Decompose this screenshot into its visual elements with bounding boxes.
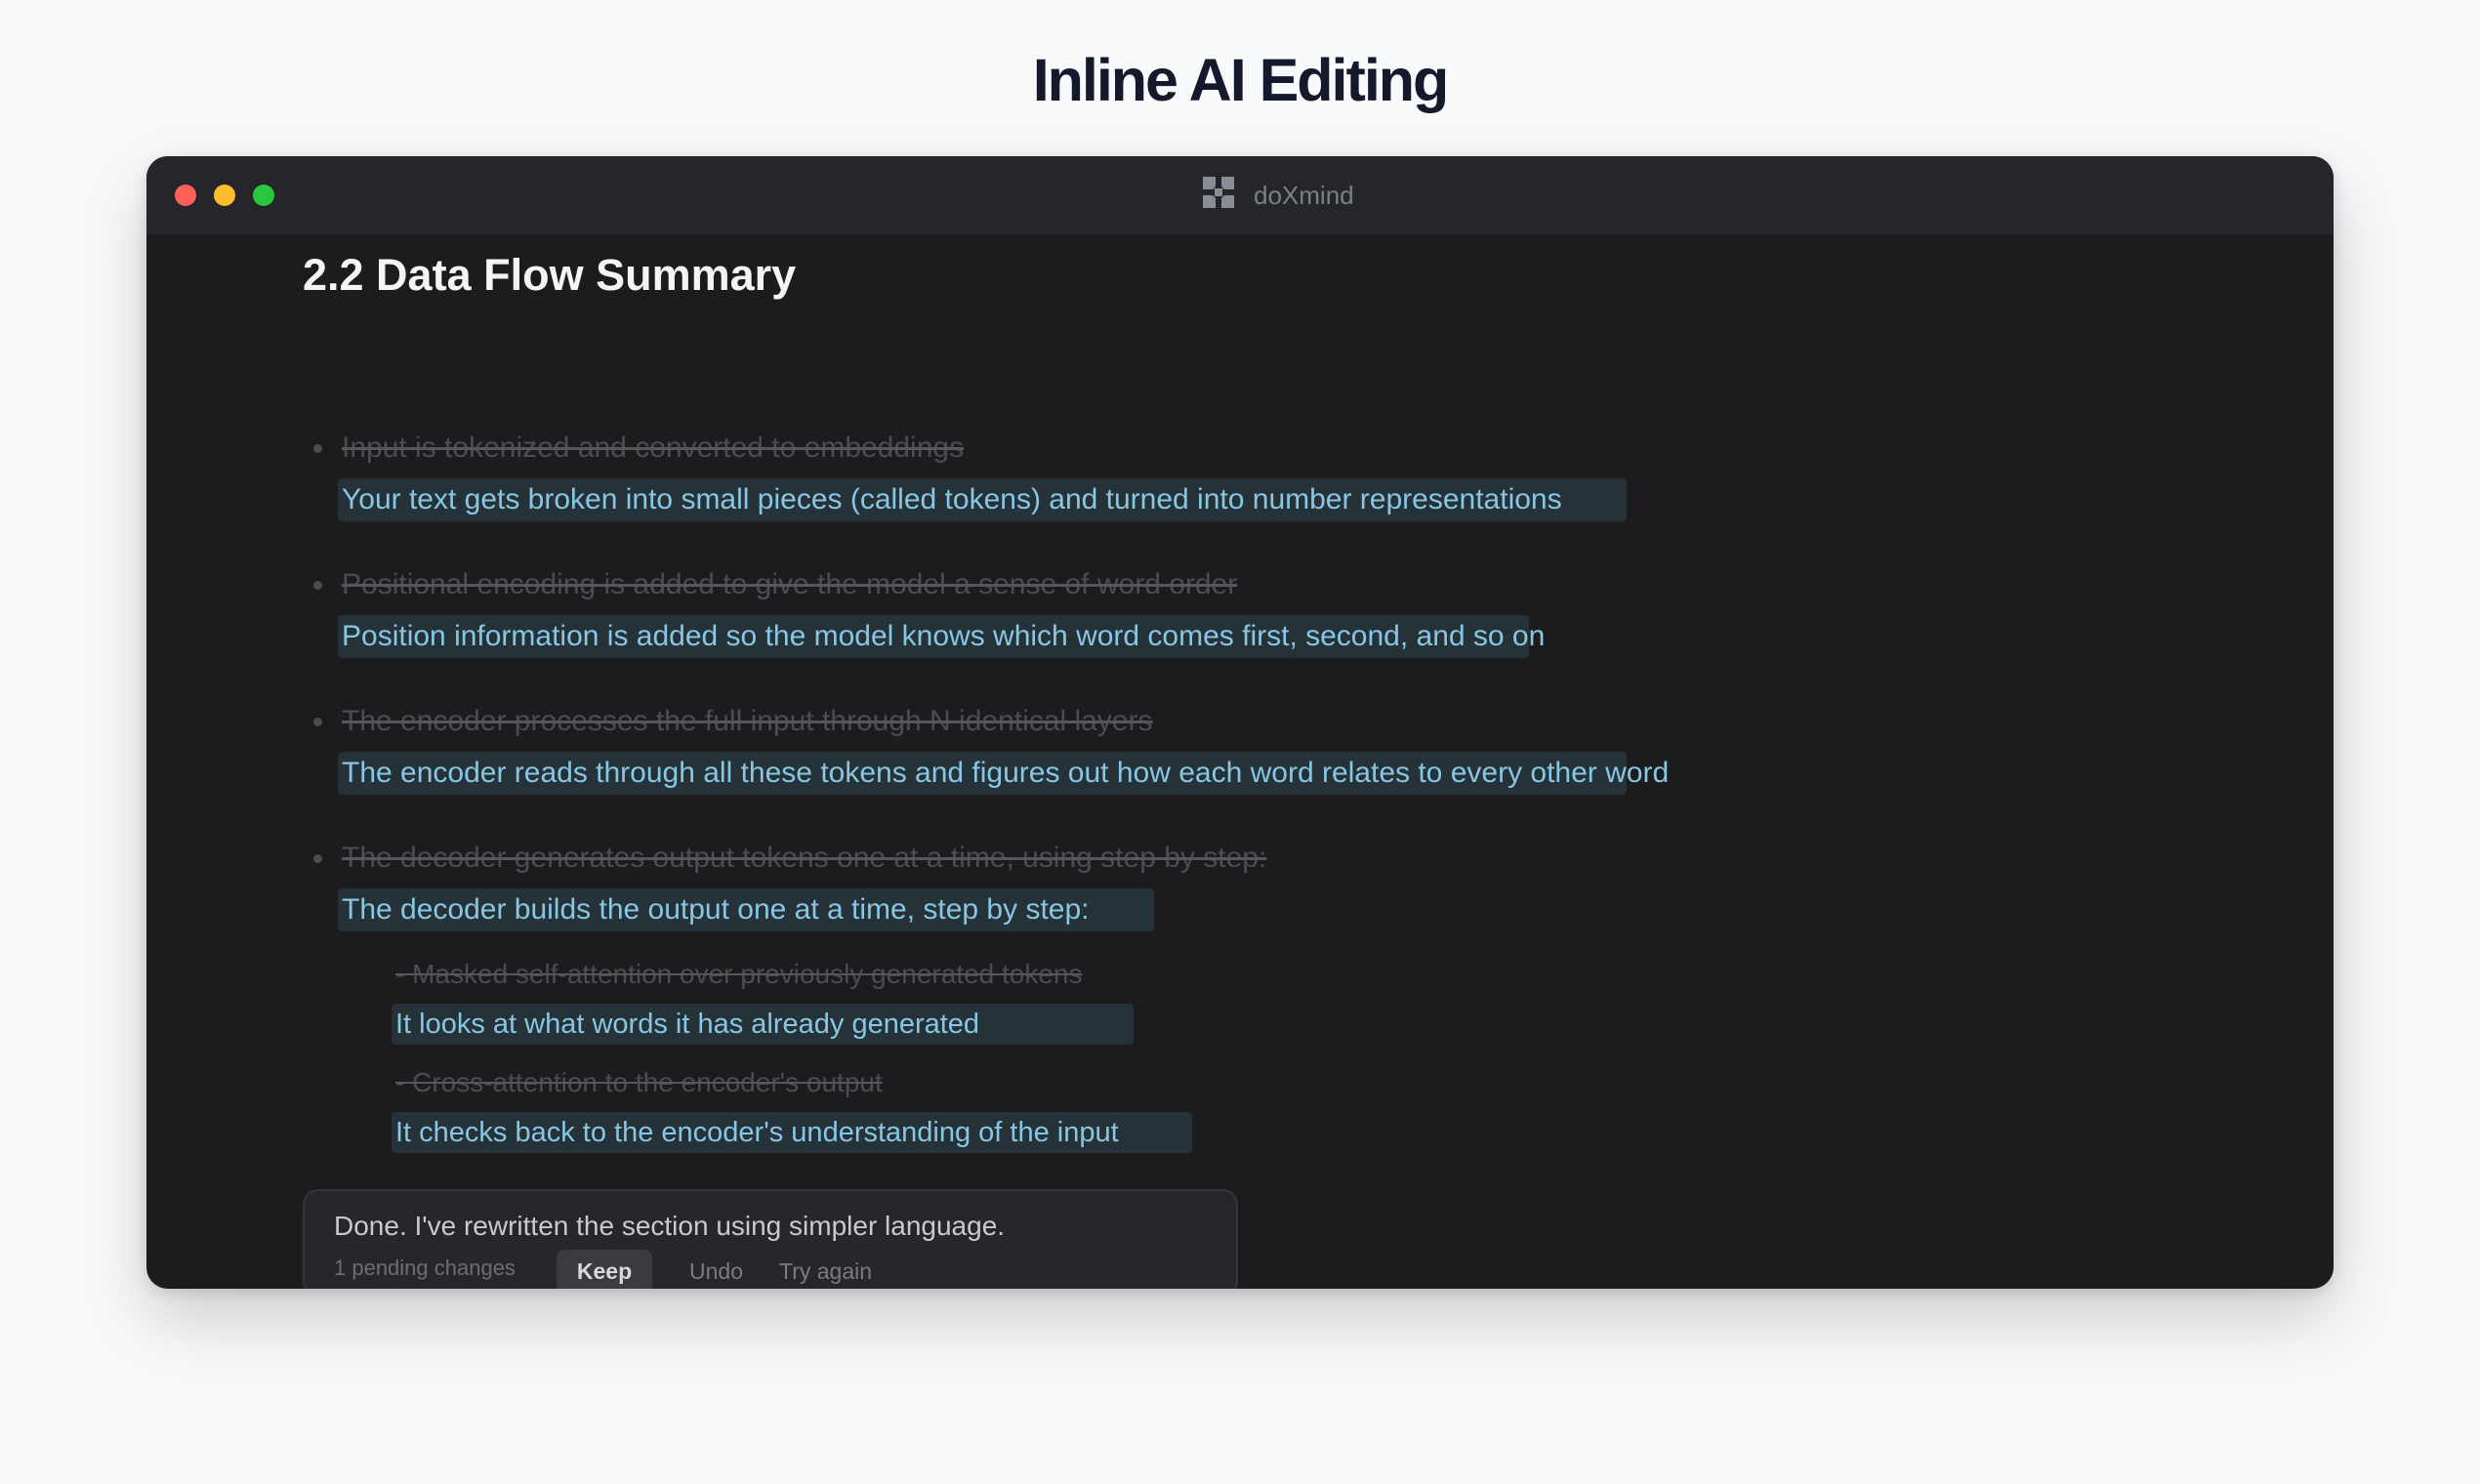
removed-text: - Cross-attention to the encoder's outpu…: [395, 1067, 883, 1097]
bullet-marker: [313, 718, 322, 726]
document-editor[interactable]: 2.2 Data Flow Summary Input is tokenized…: [146, 234, 2334, 1289]
page-title: Inline AI Editing: [1032, 47, 1450, 113]
ai-message: Done. I've rewritten the section using s…: [334, 1211, 1006, 1241]
suggested-text[interactable]: The encoder reads through all these toke…: [342, 752, 1669, 795]
suggested-text[interactable]: The decoder builds the output one at a t…: [342, 888, 1089, 931]
removed-text: The decoder generates output tokens one …: [342, 842, 1267, 874]
section-heading: 2.2 Data Flow Summary: [303, 250, 797, 300]
suggested-text[interactable]: It checks back to the encoder's understa…: [395, 1112, 1119, 1153]
ai-response-panel: Done. I've rewritten the section using s…: [303, 1189, 1238, 1289]
keep-button[interactable]: Keep: [557, 1250, 652, 1289]
minimize-window-button[interactable]: [214, 185, 235, 206]
window-titlebar: doXmind: [146, 156, 2334, 234]
undo-button[interactable]: Undo: [689, 1250, 743, 1289]
pending-changes-count: 1 pending changes: [334, 1256, 516, 1280]
close-window-button[interactable]: [175, 185, 196, 206]
bullet-marker: [313, 581, 322, 590]
removed-text: Positional encoding is added to give the…: [342, 568, 1238, 600]
bullet-marker: [313, 444, 322, 453]
doxmind-logo-icon: [1203, 177, 1234, 208]
suggested-text[interactable]: Position information is added so the mod…: [342, 615, 1545, 658]
maximize-window-button[interactable]: [253, 185, 274, 206]
removed-text: - Masked self-attention over previously …: [395, 959, 1083, 989]
suggested-text[interactable]: Your text gets broken into small pieces …: [342, 478, 1562, 521]
suggested-text[interactable]: It looks at what words it has already ge…: [395, 1004, 979, 1045]
app-window: doXmind 2.2 Data Flow Summary Input is t…: [146, 156, 2334, 1289]
removed-text: The encoder processes the full input thr…: [342, 705, 1153, 737]
try-again-button[interactable]: Try again: [779, 1250, 872, 1289]
removed-text: Input is tokenized and converted to embe…: [342, 432, 965, 464]
app-name: doXmind: [1254, 180, 1354, 210]
app-brand: doXmind: [1201, 172, 1354, 219]
bullet-marker: [313, 854, 322, 863]
